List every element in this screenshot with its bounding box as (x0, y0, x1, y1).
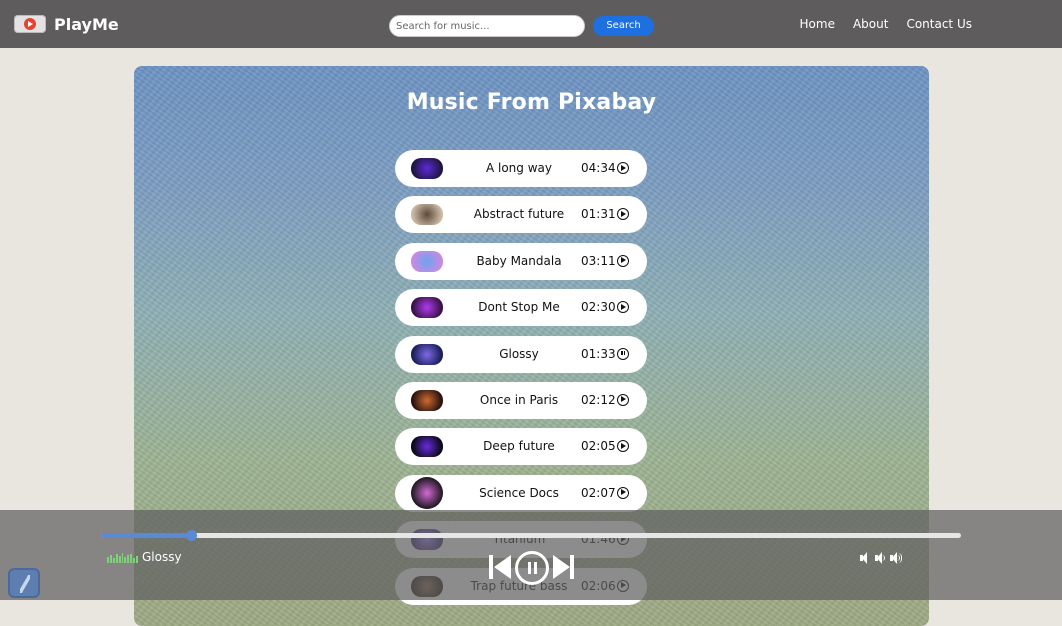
track-item[interactable]: Science Docs 02:07 (395, 474, 647, 512)
progress-handle[interactable] (186, 530, 198, 541)
equalizer-bar (136, 556, 138, 563)
play-circle-icon[interactable] (617, 301, 629, 314)
play-circle-icon[interactable] (617, 254, 629, 267)
track-name: Glossy (499, 346, 539, 361)
volume-down-icon[interactable] (875, 552, 887, 564)
now-playing-title: Glossy (142, 550, 182, 564)
next-button[interactable] (551, 553, 577, 581)
nav-link-contact[interactable]: Contact Us (906, 17, 972, 31)
track-thumbnail (411, 204, 443, 226)
track-name: Once in Paris (479, 392, 559, 407)
equalizer-bar (109, 555, 112, 563)
pause-circle-icon[interactable] (617, 347, 629, 360)
volume-controls (860, 551, 905, 565)
track-thumbnail (411, 476, 443, 509)
track-item[interactable]: Once in Paris 02:12 (395, 381, 647, 419)
playback-controls (487, 551, 577, 585)
equalizer-bar (121, 553, 124, 563)
track-name: A long way (485, 161, 552, 175)
search-button[interactable]: Search (593, 16, 654, 36)
volume-mute-icon[interactable] (860, 552, 872, 564)
play-circle-icon[interactable] (617, 208, 629, 221)
equalizer-bar (130, 554, 133, 563)
progress-fill (101, 533, 192, 538)
track-duration: 01:31 (581, 207, 616, 222)
play-circle-icon[interactable] (617, 440, 629, 453)
equalizer-bar (124, 557, 127, 563)
search-input[interactable] (389, 15, 585, 37)
player-bar: Glossy (0, 510, 1062, 600)
track-thumbnail (411, 158, 443, 179)
track-duration: 02:07 (581, 485, 616, 500)
track-thumbnail (411, 250, 443, 272)
track-thumbnail (411, 389, 443, 411)
page-title: Music From Pixabay (406, 90, 657, 115)
navbar: PlayMe Search Home About Contact Us (0, 0, 1062, 48)
track-thumbnail (411, 436, 443, 458)
nav-link-home[interactable]: Home (800, 17, 835, 31)
track-duration: 03:11 (581, 253, 616, 268)
track-name: Science Docs (479, 485, 559, 500)
track-name: Baby Mandala (476, 253, 562, 268)
equalizer-bar (115, 554, 118, 563)
play-circle-icon[interactable] (617, 393, 629, 406)
track-name: Abstract future (473, 207, 565, 222)
track-duration: 02:30 (581, 300, 616, 315)
equalizer-bar (112, 558, 115, 563)
track-item[interactable]: Deep future 02:05 (395, 428, 647, 466)
volume-up-icon[interactable] (890, 552, 902, 564)
track-name: Dont Stop Me (478, 300, 560, 315)
brand-name: PlayMe (54, 14, 119, 34)
track-duration: 02:05 (581, 439, 616, 454)
track-item[interactable]: Abstract future 01:31 (395, 196, 647, 234)
track-duration: 01:33 (581, 346, 616, 361)
track-thumbnail (411, 297, 443, 319)
play-logo-icon (14, 15, 46, 33)
track-name: Deep future (483, 439, 555, 454)
track-item[interactable]: Dont Stop Me 02:30 (395, 289, 647, 327)
previous-button[interactable] (487, 553, 513, 581)
equalizer-bar (133, 558, 136, 563)
equalizer-bar (127, 555, 130, 563)
track-item[interactable]: Baby Mandala 03:11 (395, 242, 647, 280)
progress-bar[interactable] (101, 530, 961, 541)
track-item[interactable]: A long way 04:34 (395, 150, 647, 187)
equalizer-icon (107, 553, 139, 563)
brand[interactable]: PlayMe (14, 12, 119, 36)
track-duration: 02:12 (581, 392, 616, 407)
pause-button[interactable] (515, 551, 549, 585)
lightning-icon[interactable] (8, 568, 40, 598)
play-circle-icon[interactable] (617, 486, 629, 499)
equalizer-bar (107, 557, 109, 563)
nav-link-about[interactable]: About (853, 17, 888, 31)
play-circle-icon[interactable] (617, 162, 629, 174)
track-thumbnail (411, 343, 443, 365)
track-duration: 04:34 (581, 161, 616, 175)
nav-links: Home About Contact Us (782, 0, 972, 48)
equalizer-bar (118, 556, 121, 563)
track-item[interactable]: Glossy 01:33 (395, 335, 647, 373)
